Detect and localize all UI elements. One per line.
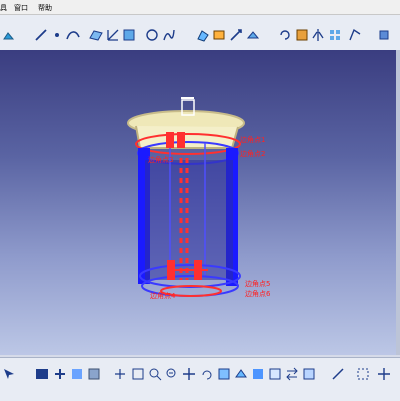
pattern-icon[interactable] [328, 27, 342, 41]
label-top-right-2: 边角点2 [240, 149, 265, 158]
zoom-out-icon[interactable] [165, 366, 179, 380]
mirror-icon[interactable] [311, 27, 325, 41]
curve-icon[interactable] [66, 27, 80, 41]
top-red-block [166, 132, 174, 148]
menu-item-tools[interactable]: 具 [0, 3, 7, 13]
viewport-scrollbar[interactable] [396, 50, 400, 355]
label-bottom-right-1: 边角点5 [245, 279, 270, 288]
axis-icon[interactable] [106, 27, 120, 41]
bottom-toolbar [0, 357, 400, 401]
pan-icon[interactable] [182, 366, 196, 380]
translate-icon[interactable] [229, 27, 243, 41]
visual-icon[interactable] [35, 366, 49, 380]
sketch-mode-icon[interactable] [70, 366, 84, 380]
line-icon[interactable] [34, 27, 48, 41]
model-render: 边角点1 边角点2 边角点3 边角点5 边角点6 边角点4 [127, 97, 271, 300]
fly-icon[interactable] [113, 366, 127, 380]
surface-icon[interactable] [196, 27, 210, 42]
swap-icon[interactable] [285, 366, 299, 381]
spline-icon[interactable] [162, 27, 176, 41]
top-toolbar [0, 15, 400, 51]
offset-icon[interactable] [348, 27, 362, 41]
menu-item-window[interactable]: 窗口 [14, 3, 28, 13]
menu-bar: 具 窗口 帮助 [0, 0, 400, 15]
hide-icon[interactable] [268, 366, 282, 380]
circle-icon[interactable] [145, 27, 159, 41]
rotate-view-icon[interactable] [200, 366, 214, 380]
cut-icon[interactable] [377, 27, 391, 41]
normal-view-icon[interactable] [217, 366, 231, 380]
bottom-red-block [167, 260, 175, 280]
fit-icon[interactable] [131, 366, 145, 380]
body-fill [145, 160, 233, 280]
show-icon[interactable] [302, 366, 316, 380]
explode-icon[interactable] [377, 366, 391, 380]
transform-icon[interactable] [246, 27, 260, 41]
iso-view-icon[interactable] [234, 366, 248, 380]
sketch-icon[interactable] [2, 27, 16, 41]
selection-icon[interactable] [2, 366, 16, 380]
label-bottom-right-2: 边角点6 [245, 289, 271, 298]
rotate-icon[interactable] [278, 27, 292, 41]
label-left-top: 边角点3 [148, 155, 173, 164]
bottom-red-block-2 [194, 260, 202, 280]
shading-icon[interactable] [251, 366, 265, 380]
menu-item-help[interactable]: 帮助 [38, 3, 52, 13]
label-bottom-left: 边角点4 [150, 291, 176, 300]
zoom-in-icon[interactable] [148, 366, 162, 381]
cut-view-icon[interactable] [331, 366, 345, 380]
dot-icon[interactable] [50, 27, 64, 41]
fill-icon[interactable] [122, 27, 136, 41]
select-box-icon[interactable] [356, 366, 370, 380]
label-top-right-1: 边角点1 [240, 135, 265, 144]
display-icon[interactable] [87, 366, 101, 380]
repair-icon[interactable] [212, 27, 226, 41]
3d-viewport[interactable]: 边角点1 边角点2 边角点3 边角点5 边角点6 边角点4 [0, 50, 400, 355]
top-red-block-2 [177, 132, 185, 148]
scale-icon[interactable] [295, 27, 309, 41]
top-toolbar-row [0, 25, 400, 45]
tree-icon[interactable] [53, 366, 67, 380]
plane-icon[interactable] [89, 27, 103, 41]
